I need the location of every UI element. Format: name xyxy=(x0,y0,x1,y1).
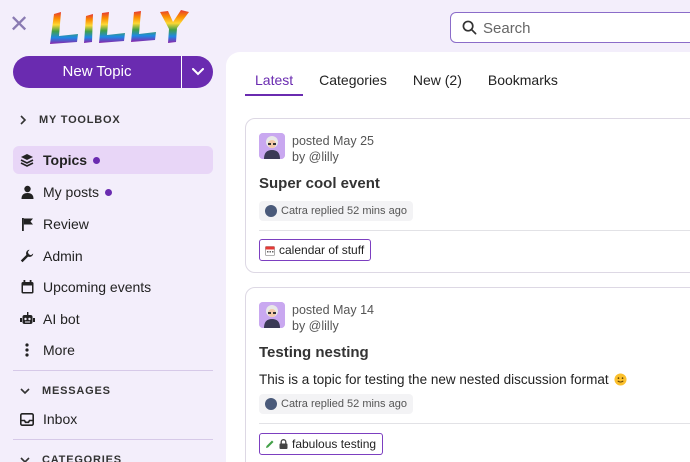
unread-dot xyxy=(105,188,113,196)
sidebar-divider xyxy=(13,370,213,371)
robot-icon xyxy=(19,311,35,327)
layers-icon xyxy=(19,152,35,168)
sidebar-item-upcoming-events[interactable]: Upcoming events xyxy=(13,273,213,301)
flag-icon xyxy=(19,216,35,232)
chevron-right-icon xyxy=(20,115,27,125)
calendar-emoji-icon xyxy=(265,245,275,256)
new-topic-split-button: New Topic xyxy=(13,56,213,88)
wrench-icon xyxy=(19,248,35,264)
topic-meta: posted May 14 by @lilly xyxy=(292,302,374,334)
user-icon xyxy=(19,184,35,200)
sidebar-item-topics[interactable]: Topics xyxy=(13,146,213,174)
new-topic-button[interactable]: New Topic xyxy=(13,56,182,88)
avatar xyxy=(265,398,277,410)
last-reply-badge: Catra replied 52 mins ago xyxy=(259,394,413,414)
chevron-down-icon xyxy=(20,456,30,462)
chevron-down-icon xyxy=(191,68,204,76)
sidebar-item-my-posts[interactable]: My posts xyxy=(13,178,213,206)
sidebar-item-review[interactable]: Review xyxy=(13,210,213,238)
reply-text: Catra replied 52 mins ago xyxy=(281,205,407,217)
sidebar-item-label: Topics xyxy=(43,152,88,168)
search-icon xyxy=(462,20,477,35)
topic-card[interactable]: posted May 25 by @lilly Super cool event… xyxy=(245,118,690,273)
author[interactable]: by @lilly xyxy=(292,149,374,165)
sidebar: New Topic MY TOOLBOX Topics My posts Rev… xyxy=(0,52,226,462)
inbox-icon xyxy=(19,411,35,427)
close-icon[interactable]: ✕ xyxy=(8,13,30,37)
section-label: MESSAGES xyxy=(42,385,111,397)
site-logo[interactable] xyxy=(48,8,193,46)
last-reply-badge: Catra replied 52 mins ago xyxy=(259,201,413,221)
card-divider xyxy=(259,230,690,231)
topic-title[interactable]: Testing nesting xyxy=(259,344,369,361)
section-label: MY TOOLBOX xyxy=(39,114,121,126)
topic-title[interactable]: Super cool event xyxy=(259,175,380,192)
card-divider xyxy=(259,423,690,424)
ellipsis-vertical-icon xyxy=(19,342,35,358)
topic-excerpt: This is a topic for testing the new nest… xyxy=(259,372,627,387)
section-label: CATEGORIES xyxy=(42,454,122,462)
topic-tag[interactable]: calendar of stuff xyxy=(259,239,372,261)
avatar xyxy=(265,205,277,217)
new-topic-dropdown-button[interactable] xyxy=(182,56,213,88)
sidebar-item-label: AI bot xyxy=(43,311,80,327)
unread-dot xyxy=(93,156,101,164)
sidebar-item-label: Review xyxy=(43,216,89,232)
sidebar-item-inbox[interactable]: Inbox xyxy=(13,405,213,433)
sidebar-item-admin[interactable]: Admin xyxy=(13,242,213,270)
tab-new[interactable]: New (2) xyxy=(403,72,472,96)
topic-card[interactable]: posted May 14 by @lilly Testing nesting … xyxy=(245,287,690,462)
sidebar-item-label: Admin xyxy=(43,248,83,264)
sidebar-item-label: My posts xyxy=(43,184,100,200)
excerpt-text: This is a topic for testing the new nest… xyxy=(259,372,609,387)
avatar[interactable] xyxy=(259,302,285,328)
author[interactable]: by @lilly xyxy=(292,318,374,334)
pencil-icon xyxy=(265,439,275,449)
search-input[interactable] xyxy=(483,17,683,39)
section-toggle-toolbox[interactable]: MY TOOLBOX xyxy=(20,114,121,126)
slightly-smiling-face-icon xyxy=(614,373,627,386)
sidebar-divider xyxy=(13,439,213,440)
tab-bookmarks[interactable]: Bookmarks xyxy=(478,72,568,96)
search-box[interactable] xyxy=(450,12,690,43)
sidebar-item-label: Upcoming events xyxy=(43,279,152,295)
sidebar-item-label: More xyxy=(43,342,75,358)
tab-latest[interactable]: Latest xyxy=(245,72,304,96)
chevron-down-icon xyxy=(20,387,30,394)
main-panel: Latest Categories New (2) Bookmarks post… xyxy=(226,52,690,462)
reply-text: Catra replied 52 mins ago xyxy=(281,398,407,410)
sidebar-item-more[interactable]: More xyxy=(13,336,213,364)
avatar[interactable] xyxy=(259,133,285,159)
topic-meta: posted May 25 by @lilly xyxy=(292,133,374,165)
sidebar-item-ai-bot[interactable]: AI bot xyxy=(13,305,213,333)
calendar-icon xyxy=(19,279,35,295)
lock-icon xyxy=(279,439,288,449)
tag-label: calendar of stuff xyxy=(279,243,365,257)
posted-date: posted May 14 xyxy=(292,303,374,317)
section-toggle-messages[interactable]: MESSAGES xyxy=(20,385,111,397)
posted-date: posted May 25 xyxy=(292,134,374,148)
topic-tag[interactable]: fabulous testing xyxy=(259,433,384,455)
header: ✕ xyxy=(0,0,690,52)
tab-categories[interactable]: Categories xyxy=(309,72,397,96)
section-toggle-categories[interactable]: CATEGORIES xyxy=(20,454,122,462)
tag-label: fabulous testing xyxy=(292,437,377,451)
sidebar-item-label: Inbox xyxy=(43,411,78,427)
topic-list-tabs: Latest Categories New (2) Bookmarks xyxy=(245,72,574,96)
